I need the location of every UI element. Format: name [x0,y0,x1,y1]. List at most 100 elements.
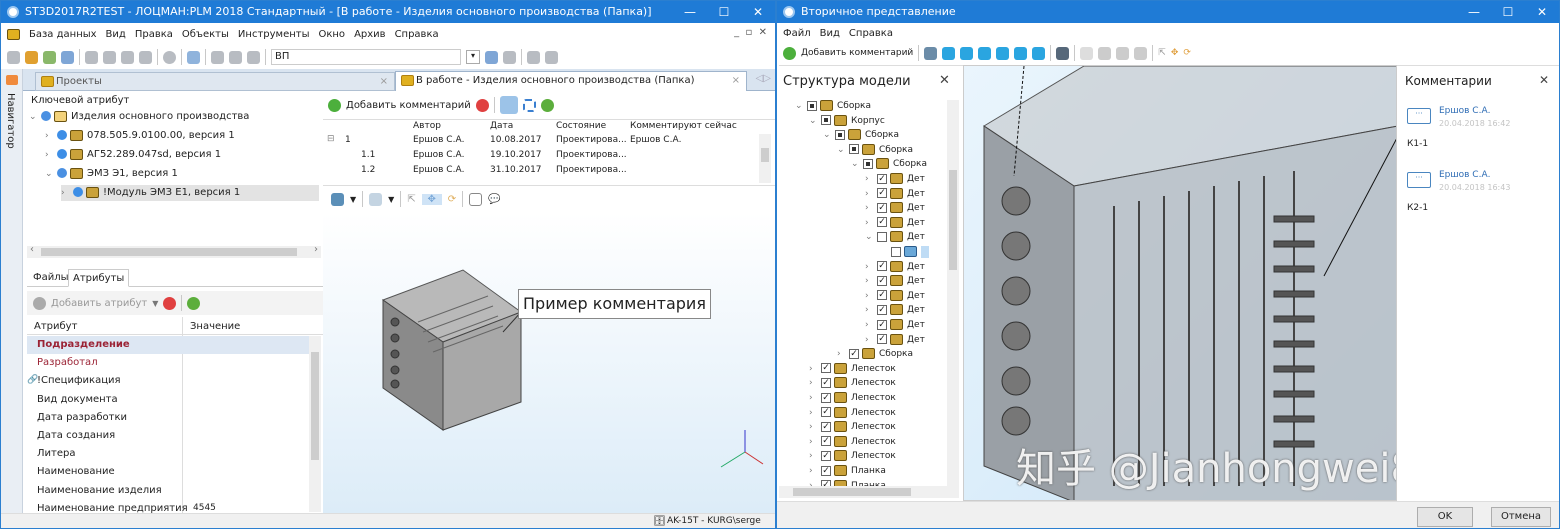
visibility-checkbox[interactable] [891,246,901,257]
structure-item[interactable]: ⌄ Дет [865,230,925,244]
column-header[interactable]: Значение [190,321,240,332]
comment-callout[interactable]: Пример комментария [518,289,711,319]
structure-item[interactable]: › ✓ Дет [865,274,925,288]
chevron-right-icon[interactable]: › [809,420,821,434]
visibility-checkbox[interactable] [849,144,859,155]
table-row[interactable]: ⊟ 1 Ершов С.А. 10.08.2017 Проектирова... Ершо… [323,133,759,148]
chevron-right-icon[interactable]: › [865,260,877,274]
chevron-down-icon[interactable]: ⌄ [865,230,877,244]
dropdown-icon[interactable]: ▼ [152,299,158,308]
visibility-checkbox[interactable]: ✓ [821,450,831,461]
remove-icon[interactable] [475,98,489,112]
copy-icon[interactable] [229,50,242,64]
visibility-checkbox[interactable]: ✓ [821,377,831,388]
dropdown-icon[interactable]: ▾ [466,50,480,64]
delete-icon[interactable] [163,50,176,64]
chevron-right-icon[interactable]: › [865,274,877,288]
remove-icon[interactable] [163,296,177,310]
visibility-checkbox[interactable]: ✓ [877,173,887,184]
toolbar-icon[interactable] [485,50,498,64]
visibility-checkbox[interactable]: ✓ [821,436,831,447]
table-row[interactable]: 🔗 !Спецификация [27,372,309,390]
horizontal-scrollbar[interactable]: ‹ › [27,244,321,258]
view-right-icon[interactable] [1032,46,1046,60]
toolbar-icon[interactable] [139,50,152,64]
check-icon[interactable] [121,50,134,64]
menu-objects[interactable]: Объекты [182,29,229,40]
ok-button[interactable]: OK [1417,507,1473,527]
mdi-controls[interactable]: _ ▫ ✕ [734,27,767,38]
fullscreen-icon[interactable] [522,98,536,112]
structure-item[interactable]: › ✓ Лепесток [809,435,896,449]
vertical-scrollbar[interactable] [947,100,959,486]
select-icon[interactable]: ⇱ [1158,48,1166,58]
menu-tools[interactable]: Инструменты [238,29,310,40]
structure-item[interactable]: ⌄ Сборка [795,99,871,113]
menu-archive[interactable]: Архив [354,29,386,40]
add-comment-button[interactable]: Добавить комментарий [801,48,913,58]
visibility-checkbox[interactable]: ✓ [877,217,887,228]
collapse-icon[interactable]: ⊟ [327,134,335,144]
column-header[interactable]: Дата [490,121,513,131]
menu-view[interactable]: Вид [106,29,126,40]
comment-author[interactable]: Ершов С.А. [1439,106,1490,116]
tree-icon[interactable] [469,192,483,206]
visibility-checkbox[interactable]: ✓ [877,304,887,315]
tree-item[interactable]: › АГ52.289.047sd, версия 1 [45,147,221,163]
structure-item[interactable]: ›✓ Планка [809,464,886,478]
attribute-value[interactable]: 4545 [193,503,216,513]
view-front-icon[interactable] [942,46,956,60]
wireframe-icon[interactable] [1098,46,1112,60]
menu-window[interactable]: Окно [318,29,345,40]
chevron-right-icon[interactable]: › [809,391,821,405]
chevron-right-icon[interactable]: › [837,347,849,361]
view-left-icon[interactable] [1014,46,1028,60]
chevron-right-icon[interactable]: › [865,172,877,186]
tab-in-work[interactable]: В работе - Изделия основного производств… [395,71,747,91]
toolbar-icon[interactable] [25,50,38,64]
structure-item[interactable] [879,245,929,259]
chevron-down-icon[interactable]: ⌄ [795,99,807,113]
chevron-right-icon[interactable]: › [865,289,877,303]
structure-item[interactable]: ⌄ Сборка [851,157,927,171]
close-tab-icon[interactable]: × [732,72,740,90]
table-row[interactable]: Дата разработки [27,409,309,427]
shaded-icon[interactable] [1056,46,1070,60]
chevron-right-icon[interactable]: › [45,128,57,144]
close-panel-icon[interactable]: ✕ [1539,73,1549,87]
close-button[interactable]: ✕ [1525,1,1559,23]
table-row[interactable]: Наименование [27,463,309,481]
toolbar-icon[interactable] [503,50,516,64]
chevron-right-icon[interactable]: › [809,362,821,376]
visibility-checkbox[interactable] [835,129,845,140]
visibility-checkbox[interactable] [877,231,887,242]
chevron-right-icon[interactable]: › [809,406,821,420]
chevron-down-icon[interactable]: ⌄ [45,166,57,182]
structure-item[interactable]: › ✓ Лепесток [809,391,896,405]
add-attribute-button[interactable]: Добавить атрибут [51,298,147,309]
minimize-button[interactable]: — [1457,1,1491,23]
column-header[interactable]: Атрибут [34,321,77,332]
tab-attributes[interactable]: Атрибуты [68,269,130,287]
structure-item[interactable]: › ✓ Лепесток [809,449,896,463]
chevron-right-icon[interactable]: › [865,216,877,230]
tab-files[interactable]: Файлы [33,272,69,283]
vertical-scrollbar[interactable] [309,336,321,512]
structure-item[interactable]: › ✓ Лепесток [809,420,896,434]
maximize-button[interactable]: ☐ [707,1,741,23]
toolbar-icon[interactable] [61,50,74,64]
menu-edit[interactable]: Правка [135,29,173,40]
key-icon[interactable] [103,50,116,64]
cancel-button[interactable]: Отмена [1491,507,1551,527]
structure-item[interactable]: › ✓ Лепесток [809,406,896,420]
chevron-down-icon[interactable]: ⌄ [809,114,821,128]
chevron-right-icon[interactable]: › [809,376,821,390]
visibility-checkbox[interactable]: ✓ [877,188,887,199]
rotate-icon[interactable]: ⟳ [448,194,456,205]
structure-item[interactable]: › ✓ Дет [865,303,925,317]
visibility-checkbox[interactable] [863,158,873,169]
visibility-checkbox[interactable]: ✓ [849,348,859,359]
visibility-checkbox[interactable]: ✓ [877,261,887,272]
render-icon[interactable] [1080,46,1094,60]
menu-help[interactable]: Справка [395,29,439,40]
